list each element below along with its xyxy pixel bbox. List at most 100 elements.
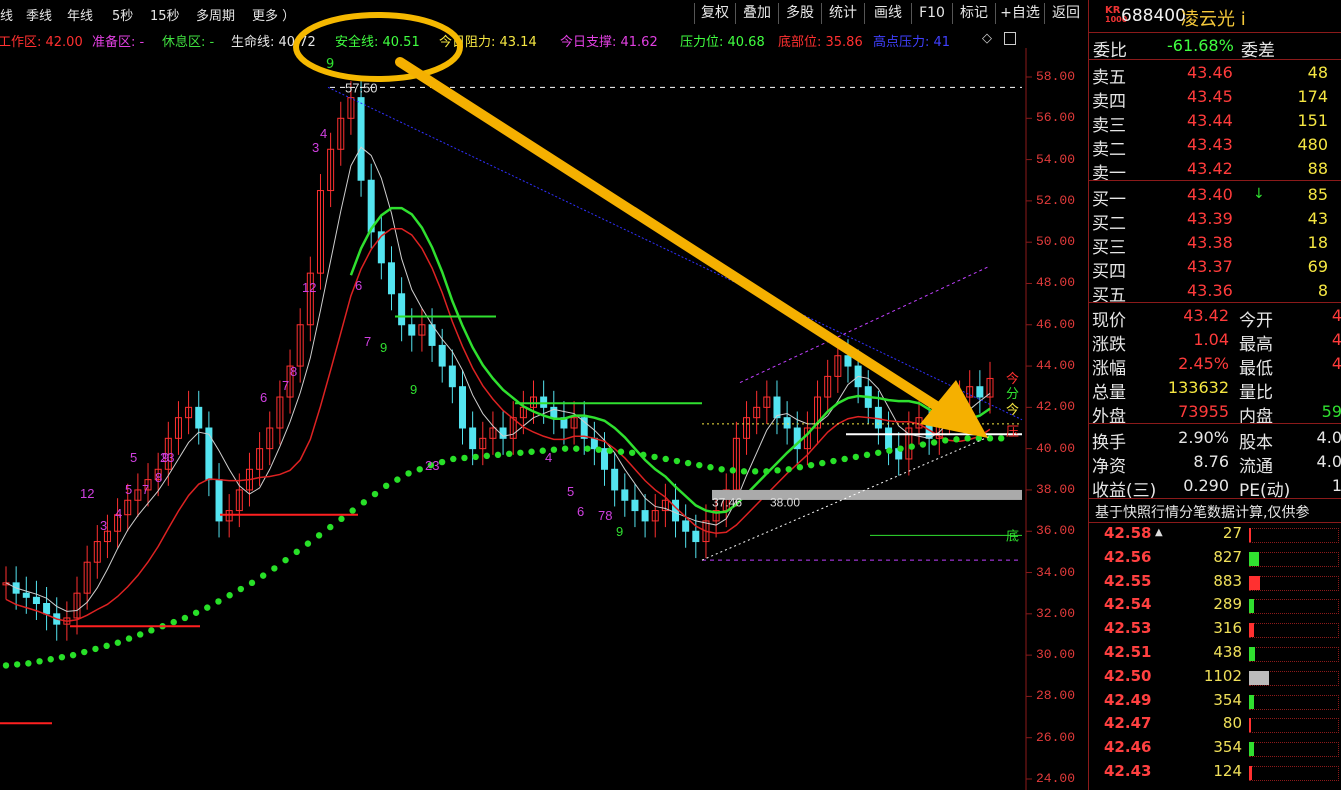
y-tick-label: 30.00	[1036, 647, 1076, 663]
divider	[1089, 302, 1341, 303]
seq-number: 9	[380, 340, 387, 355]
bid-volume: 85	[1307, 185, 1328, 204]
safety-dot	[2, 662, 10, 669]
candle-body	[611, 468, 619, 491]
tick-bar-frame	[1249, 528, 1339, 543]
up-triangle-icon: ▲	[1155, 527, 1163, 538]
candle-body	[438, 344, 446, 367]
tick-bar-frame	[1249, 766, 1339, 781]
safety-dot	[640, 451, 647, 459]
safety-dot	[796, 464, 804, 471]
candle-body	[874, 406, 882, 429]
safety-dot	[751, 468, 759, 475]
seq-number: 6	[260, 390, 267, 405]
y-tick-label: 52.00	[1036, 192, 1076, 208]
stock-code: 688400	[1121, 6, 1186, 26]
tick-price: 42.55	[1104, 571, 1152, 590]
ask-volume: 88	[1307, 159, 1328, 178]
side-tag: 今	[1006, 371, 1019, 387]
y-tick-label: 58.00	[1036, 69, 1076, 84]
seq-number: 5	[130, 450, 137, 465]
candle-body	[783, 417, 791, 429]
safety-dot	[136, 631, 144, 638]
candle-body	[540, 396, 548, 408]
stat-value-2: 1	[1331, 476, 1341, 495]
tick-price: 42.47	[1104, 714, 1152, 733]
candle-body	[550, 406, 558, 419]
safety-dot	[517, 449, 524, 456]
ask-volume: 151	[1297, 111, 1328, 130]
safety-dot	[763, 468, 770, 475]
seq-number: 5	[125, 482, 132, 497]
tick-volume-bar	[1249, 694, 1254, 709]
seq-number: 9	[616, 524, 623, 539]
safety-dot	[315, 532, 323, 539]
tick-price: 42.53	[1104, 619, 1152, 638]
stat-row: 净资 8.76 流通 4.0	[1089, 450, 1341, 477]
safety-dot	[181, 614, 189, 622]
highlight-circle	[293, 12, 463, 82]
safety-dot	[125, 635, 133, 642]
safety-dot	[338, 515, 345, 523]
candle-body	[32, 596, 40, 605]
tick-volume-bar	[1249, 670, 1269, 685]
stock-header: KR 1000 688400 凌云光 i	[1089, 0, 1341, 33]
stat-value: 133632	[1167, 378, 1229, 397]
low-price-label: 38.00	[770, 495, 800, 509]
kline-chart[interactable]: 57.5037.46 38.0012345 789235678123467 99234…	[0, 0, 1087, 790]
weibi-label: 委比	[1093, 41, 1127, 61]
candle-body	[195, 406, 203, 429]
candle-body	[844, 355, 852, 367]
safety-dot	[282, 556, 289, 564]
candle-body	[692, 530, 700, 543]
safety-dot	[494, 451, 502, 459]
tick-volume: 438	[1213, 643, 1242, 661]
safety-dot	[886, 447, 893, 454]
safety-dot	[830, 457, 837, 465]
seq-number: 7	[282, 378, 289, 393]
tick-volume: 1102	[1203, 666, 1242, 685]
bid-row: 买一 43.40 85	[1089, 183, 1341, 210]
tick-price: 42.43	[1104, 762, 1152, 780]
tick-volume: 354	[1213, 738, 1242, 757]
tick-row: 42.47 80	[1089, 714, 1341, 738]
safety-dot	[930, 439, 938, 446]
safety-dot	[92, 645, 99, 653]
safety-dot	[349, 507, 356, 514]
y-tick-label: 46.00	[1036, 316, 1076, 332]
bottom-tag: 底	[1006, 528, 1019, 544]
tick-row: 42.51 438	[1089, 643, 1341, 667]
seq-number: 3	[312, 140, 319, 155]
safety-dot	[595, 446, 602, 453]
safety-dot	[58, 653, 66, 661]
stock-name[interactable]: 凌云光 i	[1181, 5, 1246, 31]
safety-dot	[651, 453, 658, 461]
ask-volume: 480	[1297, 135, 1328, 154]
safety-dot	[382, 482, 390, 490]
safety-dot	[215, 598, 222, 605]
tick-bar-frame	[1249, 742, 1339, 758]
seq-number: 12	[80, 486, 94, 501]
tick-volume: 27	[1222, 524, 1242, 542]
tick-bar-frame	[1249, 623, 1339, 639]
tick-note: 基于快照行情分笔数据计算,仅供参	[1095, 505, 1310, 521]
tick-volume: 883	[1213, 571, 1242, 590]
stat-value: 2.45%	[1178, 354, 1229, 373]
y-tick-label: 50.00	[1036, 234, 1076, 250]
tick-row: 42.55 883	[1089, 572, 1341, 596]
safety-dot	[807, 461, 815, 469]
tick-row: 42.56 827	[1089, 548, 1341, 572]
tick-volume: 827	[1213, 547, 1242, 566]
tick-price: 42.51	[1104, 643, 1152, 661]
safety-dot	[964, 435, 971, 442]
bid-volume: 69	[1307, 257, 1328, 276]
seq-number: 4	[545, 450, 552, 465]
seq-number: 3	[100, 518, 107, 533]
candle-body	[448, 365, 456, 388]
safety-dot	[740, 468, 748, 475]
safety-dot	[204, 604, 211, 611]
safety-dot	[226, 592, 233, 599]
ask-volume: 174	[1297, 87, 1328, 106]
tick-bar-frame	[1249, 694, 1339, 710]
safety-dot	[785, 466, 792, 473]
